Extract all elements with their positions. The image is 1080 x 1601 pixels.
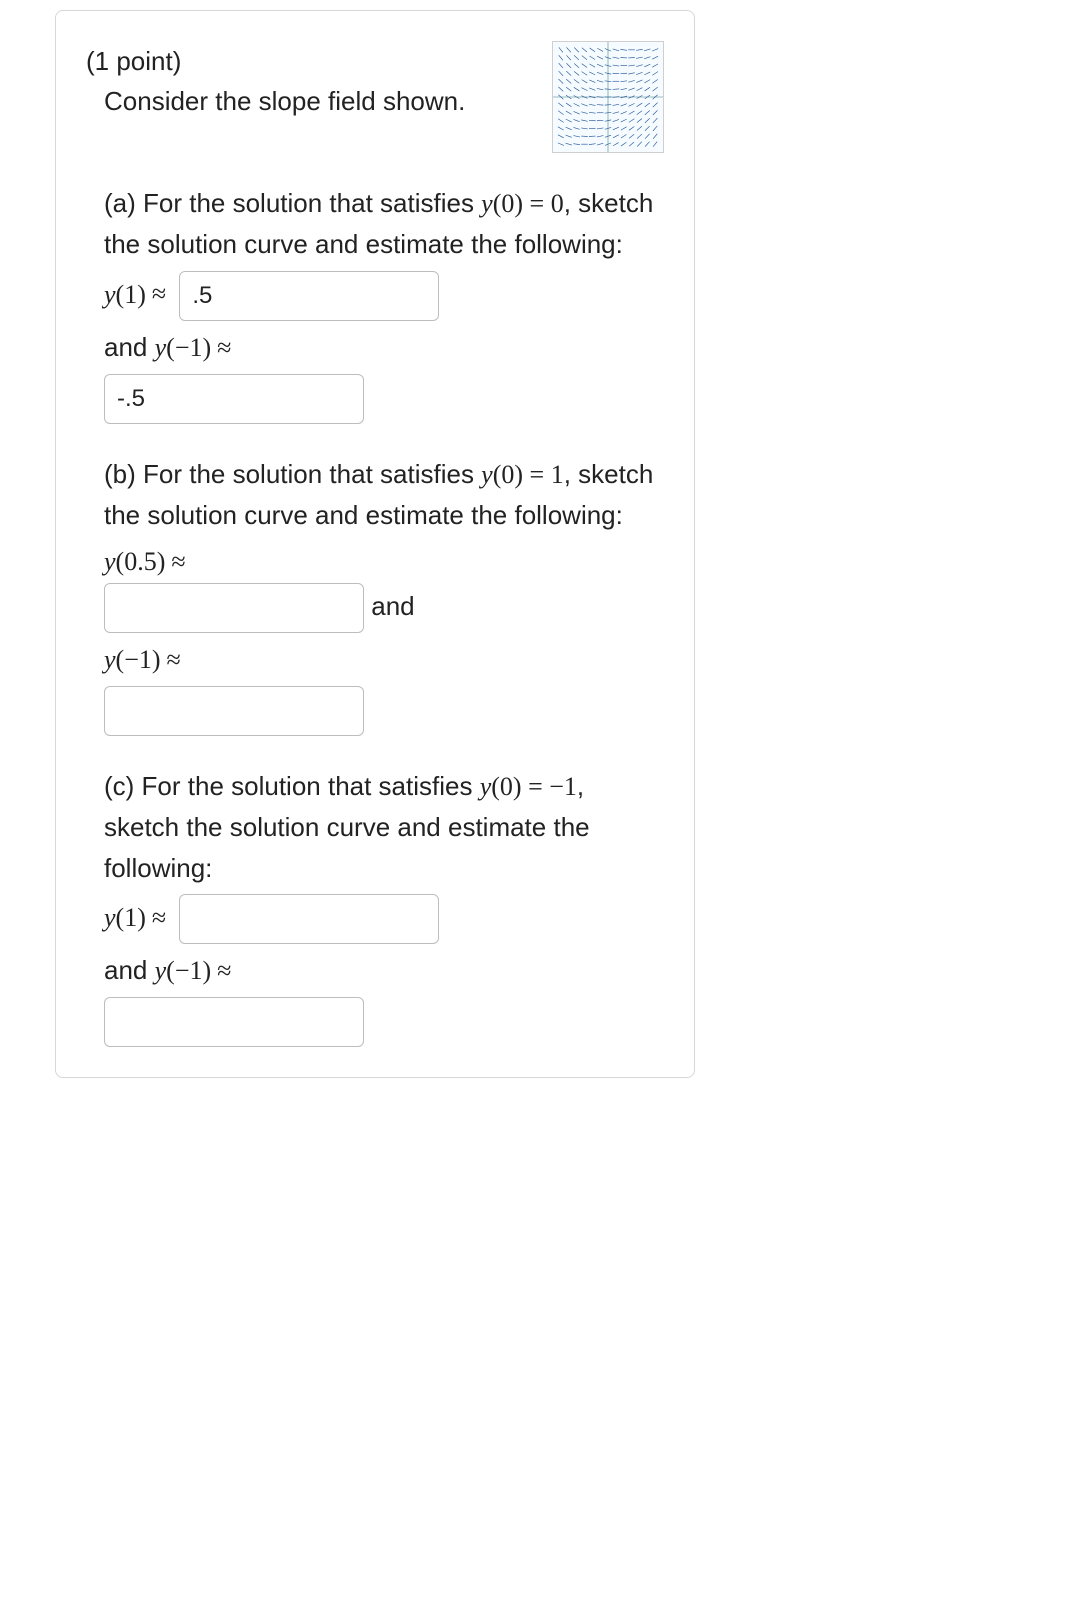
part-b-and: and: [371, 591, 414, 621]
part-c-and: and: [104, 955, 155, 985]
part-b-condition: y(0) = 1: [481, 460, 564, 489]
problem-card: (1 point) Consider the slope field shown…: [55, 10, 695, 1078]
part-b-q1-label: y(0.5)≈: [104, 547, 192, 576]
points-label: (1 point): [86, 41, 532, 81]
part-a-q1-input[interactable]: [179, 271, 439, 321]
part-b-q2: y(−1)≈: [104, 639, 664, 736]
part-b-q2-input[interactable]: [104, 686, 364, 736]
part-b-prompt-pre: (b) For the solution that satisfies: [104, 459, 481, 489]
slope-field-thumbnail[interactable]: [552, 41, 664, 153]
part-b-q1: y(0.5)≈ and: [104, 541, 664, 632]
part-b-q1-input[interactable]: [104, 583, 364, 633]
part-a: (a) For the solution that satisfies y(0)…: [86, 183, 664, 424]
header: (1 point) Consider the slope field shown…: [86, 41, 664, 153]
part-c-q1-label: y(1)≈: [104, 903, 172, 932]
part-a-condition: y(0) = 0: [481, 189, 564, 218]
part-c-prompt-pre: (c) For the solution that satisfies: [104, 771, 480, 801]
intro-text: Consider the slope field shown.: [86, 81, 532, 121]
part-a-q2-input[interactable]: [104, 374, 364, 424]
part-c-q1-input[interactable]: [179, 894, 439, 944]
part-c-q2: and y(−1)≈: [104, 950, 664, 1047]
part-c-condition: y(0) = −1: [480, 772, 577, 801]
slope-field-svg: [553, 42, 663, 152]
part-a-q1: y(1)≈: [104, 271, 664, 321]
part-b-q2-label: y(−1)≈: [104, 645, 187, 674]
part-a-prompt-pre: (a) For the solution that satisfies: [104, 188, 481, 218]
part-a-q2: and y(−1)≈: [104, 327, 664, 424]
part-c-q2-label: y(−1)≈: [155, 956, 238, 985]
part-a-q1-label: y(1)≈: [104, 279, 172, 308]
part-c-q2-input[interactable]: [104, 997, 364, 1047]
part-a-q2-label: y(−1)≈: [155, 333, 238, 362]
intro-block: (1 point) Consider the slope field shown…: [86, 41, 532, 122]
part-b: (b) For the solution that satisfies y(0)…: [86, 454, 664, 736]
part-c-q1: y(1)≈: [104, 894, 664, 944]
part-a-and: and: [104, 332, 155, 362]
part-c: (c) For the solution that satisfies y(0)…: [86, 766, 664, 1047]
